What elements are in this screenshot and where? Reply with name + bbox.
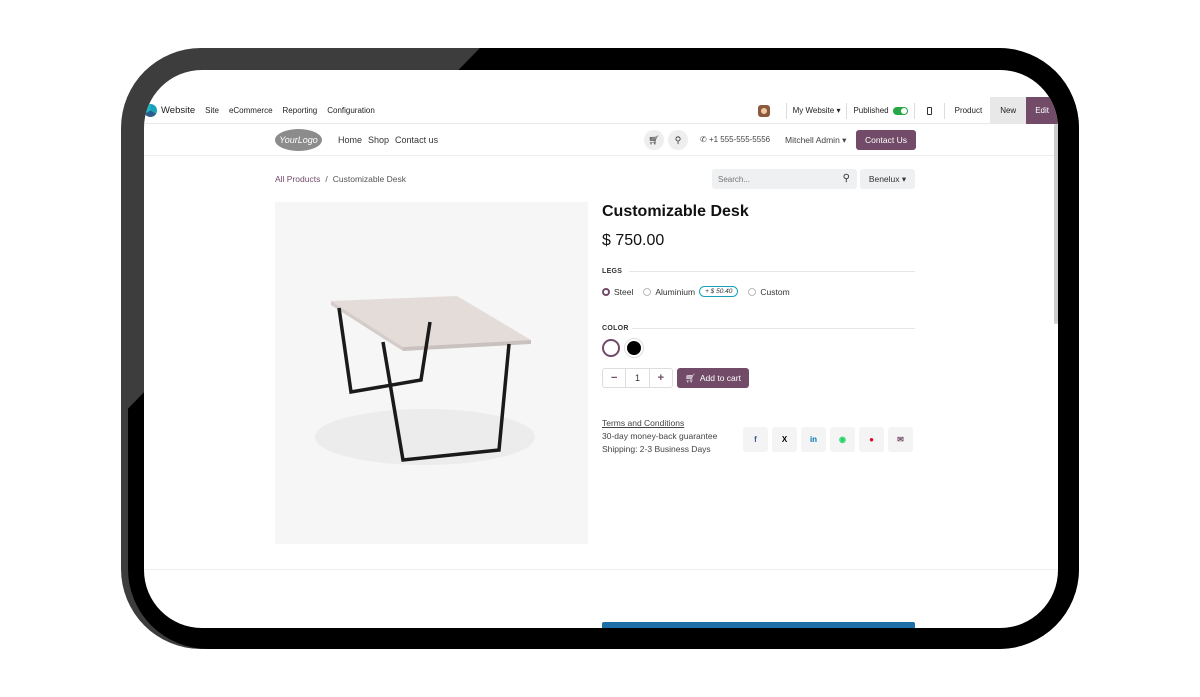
qty-input[interactable]: 1 (625, 369, 650, 387)
linkedin-icon[interactable]: in (801, 427, 826, 452)
user-avatar[interactable] (757, 104, 770, 117)
shipping-text: Shipping: 2-3 Business Days (602, 444, 711, 454)
product-image[interactable] (275, 202, 588, 544)
admin-bar-right: My Website ▾ Published Product New Edit (757, 97, 1058, 124)
email-icon[interactable]: ✉ (888, 427, 913, 452)
legs-label: LEGS (602, 268, 623, 275)
mobile-preview-icon[interactable] (926, 106, 932, 115)
add-to-cart-label: Add to cart (699, 373, 741, 383)
nav-contact[interactable]: Contact us (395, 135, 438, 145)
user-menu[interactable]: Mitchell Admin ▾ (785, 135, 846, 146)
nav-home[interactable]: Home (338, 135, 362, 145)
pinterest-icon[interactable]: ● (859, 427, 884, 452)
color-swatch-black[interactable] (625, 339, 643, 357)
qty-minus-button[interactable]: − (603, 369, 625, 387)
menu-ecommerce[interactable]: eCommerce (229, 106, 273, 115)
phone-number[interactable]: ✆ +1 555-555-5556 (700, 135, 770, 144)
edit-button[interactable]: Edit (1026, 97, 1058, 124)
site-header: YourLogo Home Shop Contact us 🛒︎ ⚲ ✆ +1 … (144, 124, 1058, 156)
divider (846, 102, 848, 119)
product-name: Customizable Desk (602, 203, 749, 220)
snippet-bar (602, 622, 915, 628)
new-button[interactable]: New (990, 97, 1027, 124)
divider (785, 102, 787, 119)
search-icon[interactable]: ⚲ (843, 173, 850, 184)
divider (629, 271, 915, 272)
section-divider (144, 569, 1058, 570)
terms-link[interactable]: Terms and Conditions (602, 417, 717, 430)
search-input[interactable] (718, 174, 833, 184)
divider (943, 102, 945, 119)
contact-us-button[interactable]: Contact Us (856, 130, 916, 150)
pricelist-selector[interactable]: Benelux ▾ (860, 169, 915, 189)
menu-site[interactable]: Site (205, 106, 219, 115)
admin-bar: Website Site eCommerce Reporting Configu… (144, 97, 1058, 124)
color-label: COLOR (602, 325, 629, 332)
product-price: $ 750.00 (602, 232, 665, 249)
color-swatch-white[interactable] (602, 339, 620, 357)
phone-icon: ✆ (700, 135, 709, 144)
published-toggle[interactable] (892, 106, 908, 115)
qty-plus-button[interactable]: + (650, 369, 672, 387)
scrollbar[interactable] (1054, 124, 1058, 324)
admin-menu: Site eCommerce Reporting Configuration (205, 106, 375, 115)
cart-icon[interactable]: 🛒︎ (644, 130, 664, 150)
leg-option-label: Custom (760, 286, 790, 297)
leg-option-custom[interactable]: Custom (748, 286, 790, 297)
menu-configuration[interactable]: Configuration (327, 106, 375, 115)
guarantee-text: 30-day money-back guarantee (602, 431, 718, 441)
whatsapp-icon[interactable]: ◉ (830, 427, 855, 452)
radio-icon (643, 287, 652, 296)
x-icon[interactable]: X (772, 427, 797, 452)
leg-option-aluminium[interactable]: Aluminium + $ 50.40 (643, 286, 739, 297)
breadcrumb-current: Customizable Desk (332, 174, 406, 184)
product-search: ⚲ (712, 169, 857, 189)
app-name: Website (161, 104, 196, 116)
desk-illustration (315, 296, 535, 465)
facebook-icon[interactable]: f (743, 427, 768, 452)
leg-option-label: Steel (614, 286, 634, 297)
add-to-cart-button[interactable]: 🛒︎ Add to cart (677, 368, 749, 388)
cart-icon: 🛒︎ (685, 372, 696, 383)
quantity-stepper: − 1 + (602, 368, 673, 388)
website-selector[interactable]: My Website ▾ (793, 106, 841, 115)
site-logo[interactable]: YourLogo (275, 129, 322, 151)
divider (913, 102, 915, 119)
price-extra-badge: + $ 50.40 (699, 286, 739, 297)
divider (632, 328, 915, 329)
breadcrumb: All Products / Customizable Desk (275, 174, 406, 184)
product-button[interactable]: Product (955, 106, 983, 115)
screen: Website Site eCommerce Reporting Configu… (144, 70, 1058, 628)
radio-selected-icon (602, 287, 610, 296)
website-app-icon (144, 103, 157, 117)
breadcrumb-separator: / (325, 174, 328, 184)
app-switcher[interactable]: Website (144, 103, 196, 117)
breadcrumb-all-products[interactable]: All Products (275, 174, 320, 184)
published-label: Published (853, 106, 889, 115)
main-nav: Home Shop Contact us (338, 135, 438, 145)
leg-option-label: Aluminium (655, 286, 696, 297)
product-terms: Terms and Conditions 30-day money-back g… (602, 417, 717, 456)
menu-reporting[interactable]: Reporting (283, 106, 318, 115)
radio-icon (748, 287, 757, 296)
leg-option-steel[interactable]: Steel (602, 287, 633, 297)
nav-shop[interactable]: Shop (368, 135, 389, 145)
phone-text: +1 555-555-5556 (708, 135, 771, 144)
legs-options: Steel Aluminium + $ 50.40 Custom (602, 286, 790, 297)
search-icon[interactable]: ⚲ (668, 130, 688, 150)
